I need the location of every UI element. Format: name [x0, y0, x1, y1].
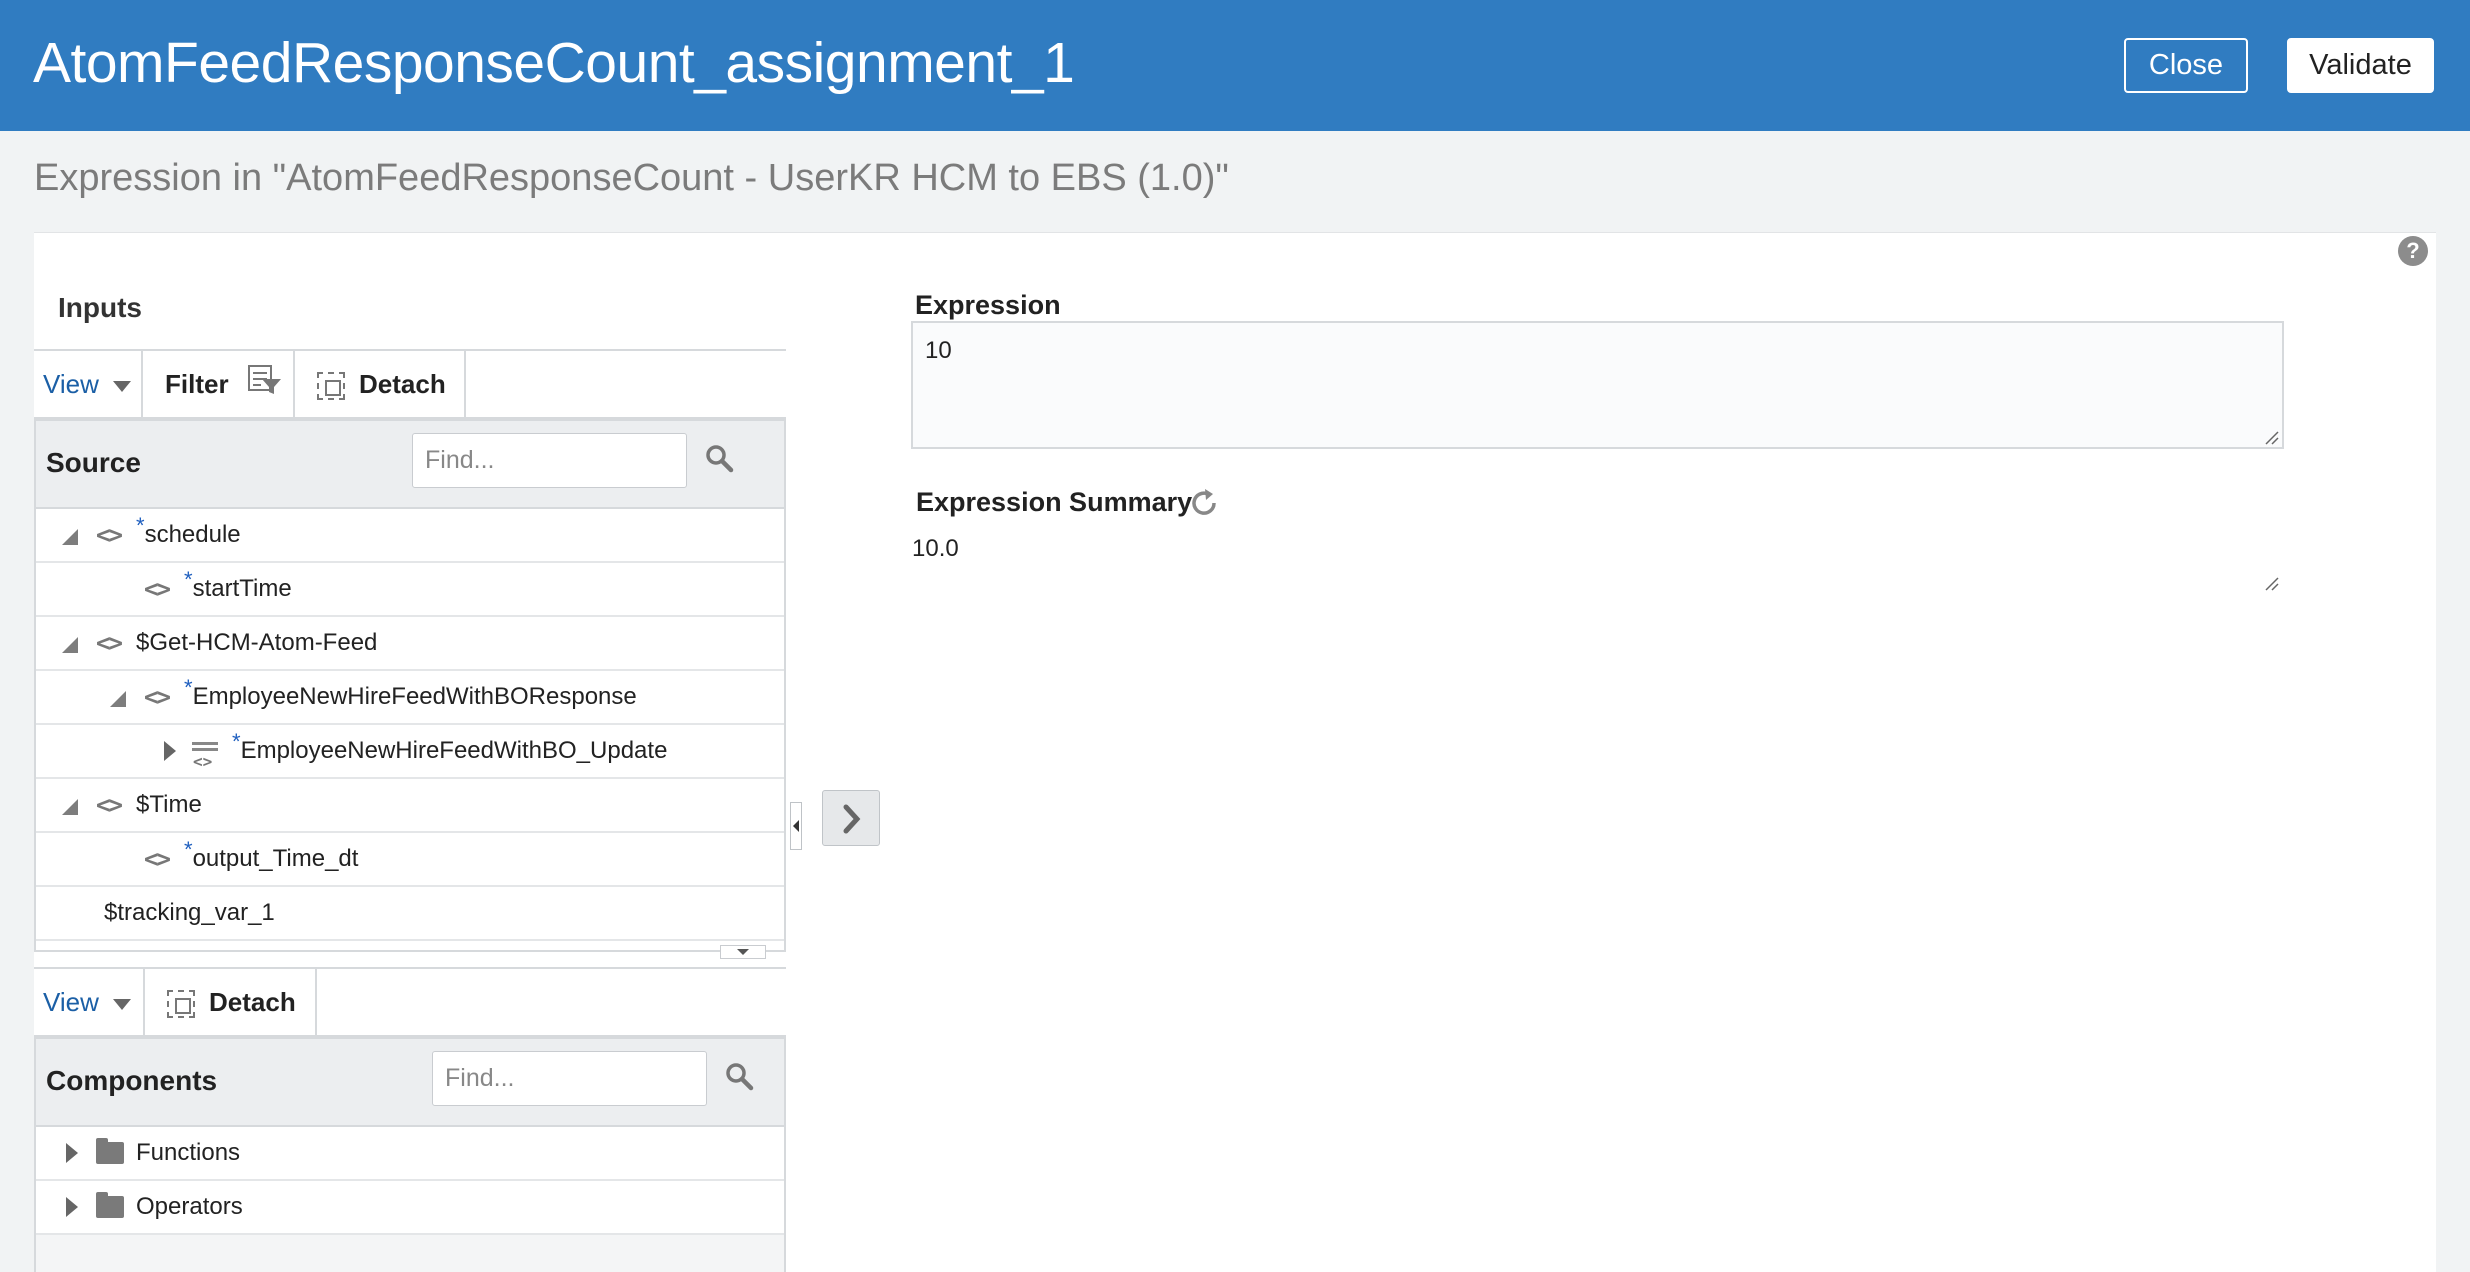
- components-find-input[interactable]: [432, 1051, 707, 1106]
- expression-label: Expression: [915, 290, 1061, 320]
- chevron-down-icon: [112, 998, 131, 1010]
- code-icon: <>: [144, 575, 171, 603]
- filter-button[interactable]: Filter: [143, 351, 295, 417]
- components-header: Components: [36, 1039, 784, 1127]
- help-icon[interactable]: ?: [2398, 236, 2428, 266]
- tree-row-label: schedule: [144, 521, 241, 548]
- collapse-triangle-icon[interactable]: [62, 637, 78, 653]
- components-detach-button[interactable]: Detach: [145, 969, 317, 1035]
- tree-row-label: EmployeeNewHireFeedWithBOResponse: [192, 683, 637, 710]
- components-title: Components: [46, 1065, 218, 1096]
- collapse-pane-handle[interactable]: [790, 802, 802, 850]
- tree-row-label: EmployeeNewHireFeedWithBO_Update: [240, 737, 668, 764]
- inputs-heading: Inputs: [58, 292, 142, 323]
- chevron-down-icon: [112, 380, 131, 392]
- code-icon: <>: [96, 791, 123, 819]
- tree-row-label: output_Time_dt: [192, 845, 359, 872]
- tree-row-label: $Get-HCM-Atom-Feed: [136, 629, 378, 656]
- tree-row-schedule[interactable]: <> *schedule: [36, 509, 784, 563]
- tree-row-starttime[interactable]: <> *startTime: [36, 563, 784, 617]
- required-marker: *: [184, 675, 193, 700]
- tree-row-label: Functions: [136, 1139, 241, 1166]
- close-button[interactable]: Close: [2124, 38, 2248, 93]
- detach-icon: [317, 372, 345, 401]
- code-icon: <>: [96, 629, 123, 657]
- search-icon[interactable]: [704, 443, 734, 478]
- validate-button[interactable]: Validate: [2287, 38, 2434, 93]
- refresh-icon[interactable]: [1188, 487, 1220, 524]
- svg-text:<>: <>: [193, 752, 212, 770]
- tree-row-employee-response[interactable]: <> *EmployeeNewHireFeedWithBOResponse: [36, 671, 784, 725]
- components-view-menu[interactable]: View: [34, 969, 145, 1035]
- expression-context-subtitle: Expression in "AtomFeedResponseCount - U…: [34, 157, 1229, 199]
- expression-summary-value: 10.0: [912, 535, 959, 562]
- detach-label: Detach: [359, 369, 446, 399]
- detach-button[interactable]: Detach: [295, 351, 466, 417]
- filter-icon: [247, 353, 282, 419]
- tree-row-label: startTime: [192, 575, 292, 602]
- tree-row-label: $tracking_var_1: [104, 899, 275, 926]
- scroll-down-handle[interactable]: [720, 945, 766, 959]
- page-title: AtomFeedResponseCount_assignment_1: [33, 31, 1075, 95]
- search-icon[interactable]: [724, 1061, 754, 1096]
- collapse-triangle-icon[interactable]: [110, 691, 126, 707]
- tree-row-get-hcm-atom-feed[interactable]: <> $Get-HCM-Atom-Feed: [36, 617, 784, 671]
- required-marker: *: [184, 567, 193, 592]
- view-menu-label: View: [43, 987, 99, 1017]
- folder-icon: [96, 1192, 124, 1218]
- tree-row-label: $Time: [136, 791, 202, 818]
- expand-triangle-icon[interactable]: [66, 1143, 78, 1163]
- code-icon: <>: [144, 683, 171, 711]
- required-marker: *: [136, 513, 145, 538]
- resize-grip-icon[interactable]: [2264, 430, 2280, 446]
- components-toolbar: View Detach: [34, 967, 786, 1037]
- code-icon: <>: [96, 521, 123, 549]
- view-menu-label: View: [43, 369, 99, 399]
- resize-grip-icon: [2265, 577, 2279, 591]
- dialog-header: AtomFeedResponseCount_assignment_1 Close…: [0, 0, 2470, 131]
- tree-row-employee-update[interactable]: <> *EmployeeNewHireFeedWithBO_Update: [36, 725, 784, 779]
- components-empty-area: [36, 1235, 784, 1272]
- insert-into-expression-button[interactable]: [822, 790, 880, 846]
- expression-editor[interactable]: [911, 321, 2284, 449]
- tree-row-output-time[interactable]: <> *output_Time_dt: [36, 833, 784, 887]
- detach-label: Detach: [209, 987, 296, 1017]
- collapse-triangle-icon[interactable]: [62, 799, 78, 815]
- tree-row-time[interactable]: <> $Time: [36, 779, 784, 833]
- expand-triangle-icon[interactable]: [66, 1197, 78, 1217]
- source-tree-table: Source <> *schedule <> *startTime <> $Ge…: [34, 419, 786, 952]
- chevron-right-icon: [843, 804, 861, 834]
- detach-icon: [167, 990, 195, 1019]
- code-icon: <>: [144, 845, 171, 873]
- required-marker: *: [232, 729, 241, 754]
- collapse-triangle-icon[interactable]: [62, 529, 78, 545]
- inputs-toolbar: View Filter Detach: [34, 349, 786, 419]
- tree-row-operators[interactable]: Operators: [36, 1181, 784, 1235]
- filter-label: Filter: [165, 369, 229, 399]
- expand-triangle-icon[interactable]: [164, 741, 176, 761]
- required-marker: *: [184, 837, 193, 862]
- source-header: Source: [36, 421, 784, 509]
- components-tree-table: Components Functions Operators: [34, 1037, 786, 1272]
- tree-row-label: Operators: [136, 1193, 243, 1220]
- source-title: Source: [46, 447, 141, 478]
- folder-icon: [96, 1138, 124, 1164]
- view-menu[interactable]: View: [34, 351, 143, 417]
- expression-summary-label: Expression Summary: [916, 487, 1193, 517]
- source-find-input[interactable]: [412, 433, 687, 488]
- tree-row-tracking-var[interactable]: $tracking_var_1: [36, 887, 784, 941]
- tree-row-functions[interactable]: Functions: [36, 1127, 784, 1181]
